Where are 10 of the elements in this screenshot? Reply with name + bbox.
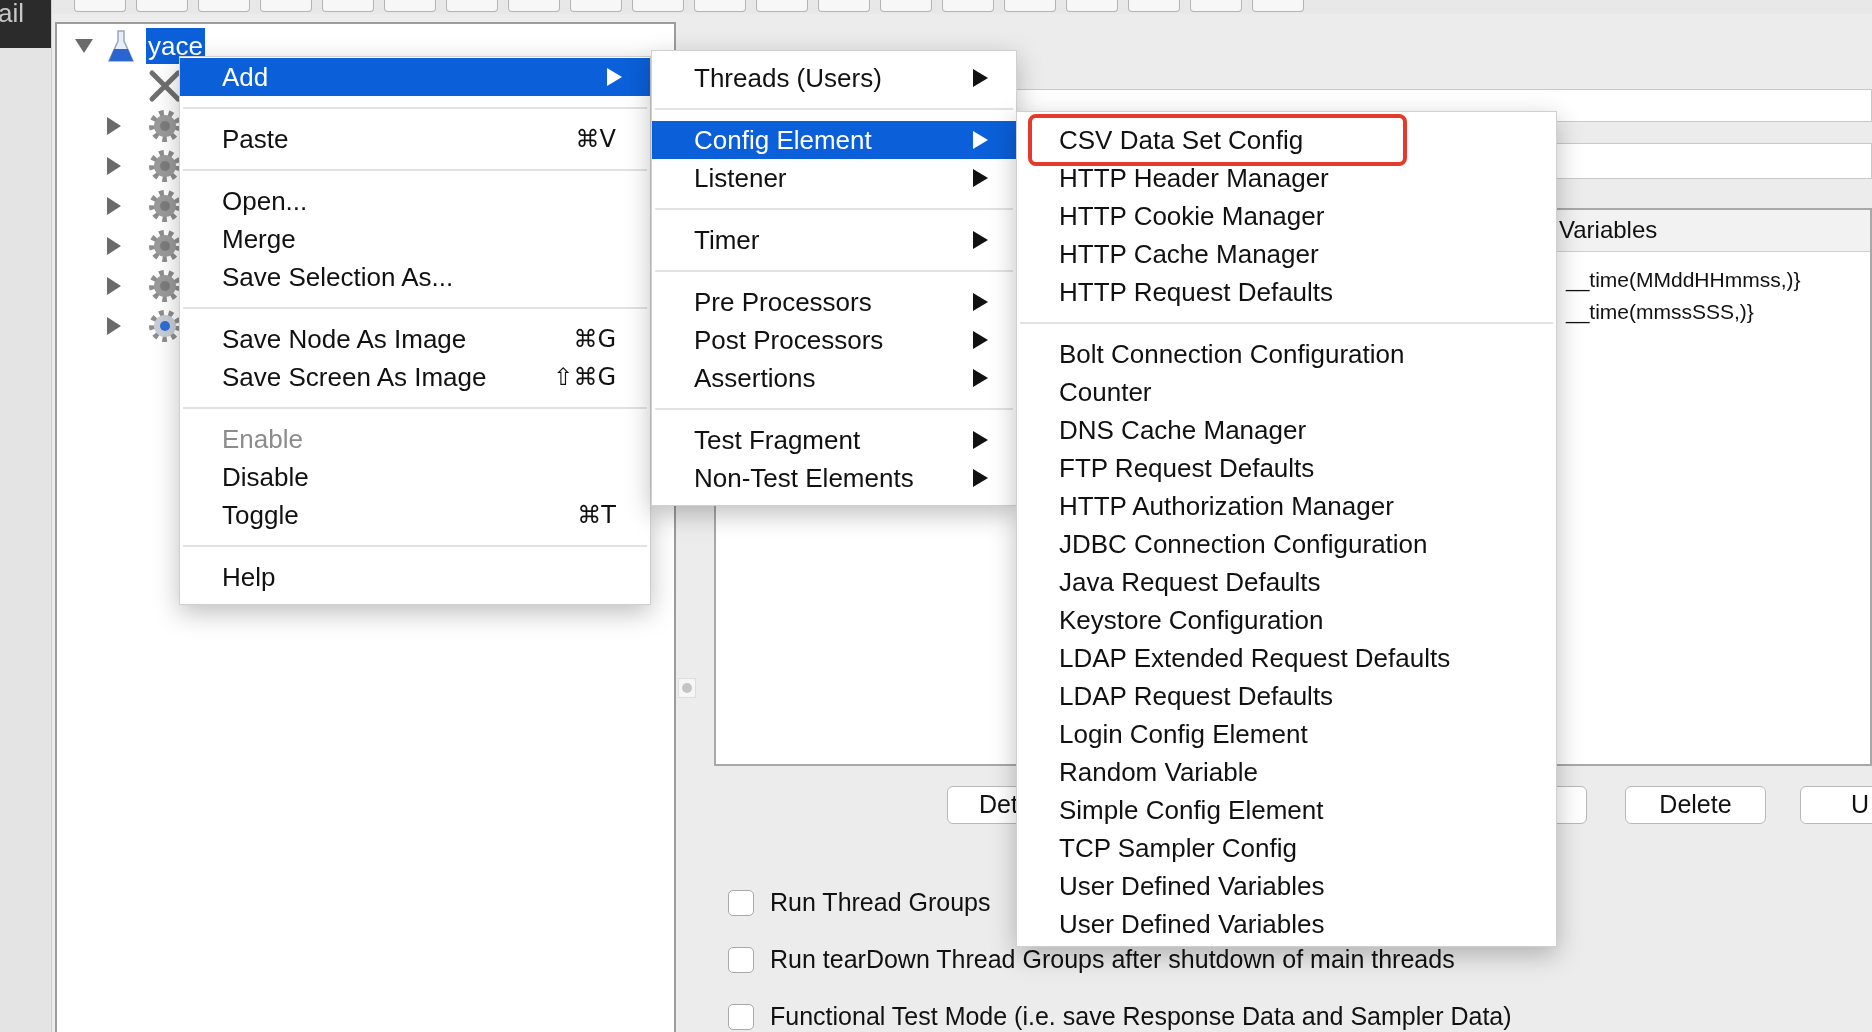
column-header: Variables: [1559, 215, 1658, 246]
shortcut-text: ⇧⌘G: [553, 362, 617, 393]
shortcut-text: ⌘G: [573, 324, 617, 355]
shortcut-text: ⌘V: [575, 124, 617, 155]
table-cell-text: __time(MMddHHmmss,)}: [1566, 266, 1802, 294]
checkbox-label: Run tearDown Thread Groups after shutdown of main threads: [770, 944, 1455, 976]
table-cell-text: __time(mmssSSS,)}: [1566, 298, 1755, 326]
checkbox-label: Run Thread Groups: [770, 887, 991, 919]
checkbox-label: Functional Test Mode (i.e. save Response Data and Sampler Data): [770, 1001, 1512, 1032]
shortcut-text: ⌘T: [577, 500, 617, 531]
